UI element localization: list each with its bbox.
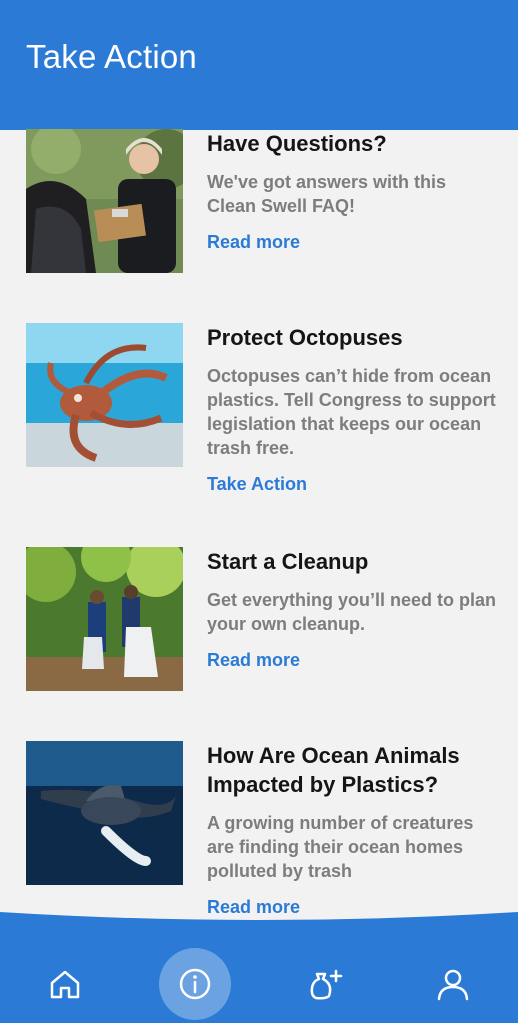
card-description: A growing number of creatures are findin… bbox=[207, 813, 474, 881]
read-more-link[interactable]: Read more bbox=[207, 648, 497, 672]
card-title: Protect Octopuses bbox=[207, 325, 403, 350]
bag-plus-icon bbox=[310, 969, 343, 1000]
nav-home[interactable] bbox=[29, 948, 101, 1020]
card-title: Have Questions? bbox=[207, 131, 387, 156]
nav-info[interactable] bbox=[159, 948, 231, 1020]
card-list: Have Questions? We've got answers with t… bbox=[0, 118, 518, 918]
card-description: We've got answers with this Clean Swell … bbox=[207, 172, 447, 216]
user-icon bbox=[437, 969, 469, 1001]
page-title: Take Action bbox=[26, 38, 197, 75]
bottom-nav bbox=[0, 908, 518, 1023]
nav-add-cleanup[interactable] bbox=[290, 948, 362, 1020]
card-image-volunteer[interactable] bbox=[26, 129, 183, 273]
nav-profile[interactable] bbox=[417, 948, 489, 1020]
read-more-link[interactable]: Read more bbox=[207, 230, 497, 254]
info-icon bbox=[179, 968, 211, 1000]
card-title: Start a Cleanup bbox=[207, 549, 369, 574]
card-have-questions[interactable]: Have Questions? We've got answers with t… bbox=[26, 129, 496, 289]
card-image-whale[interactable] bbox=[26, 741, 183, 885]
card-description: Octopuses can’t hide from ocean plastics… bbox=[207, 366, 496, 458]
card-title: How Are Ocean Animals Impacted by Plasti… bbox=[207, 743, 460, 797]
card-ocean-animals[interactable]: How Are Ocean Animals Impacted by Plasti… bbox=[26, 741, 496, 918]
card-description: Get everything you’ll need to plan your … bbox=[207, 590, 497, 634]
card-image-octopus[interactable] bbox=[26, 323, 183, 467]
card-start-cleanup[interactable]: Start a Cleanup Get everything you’ll ne… bbox=[26, 547, 496, 707]
take-action-link[interactable]: Take Action bbox=[207, 472, 497, 496]
card-protect-octopuses[interactable]: Protect Octopuses Octopuses can’t hide f… bbox=[26, 323, 496, 503]
card-image-cleanup[interactable] bbox=[26, 547, 183, 691]
home-icon bbox=[50, 970, 80, 999]
